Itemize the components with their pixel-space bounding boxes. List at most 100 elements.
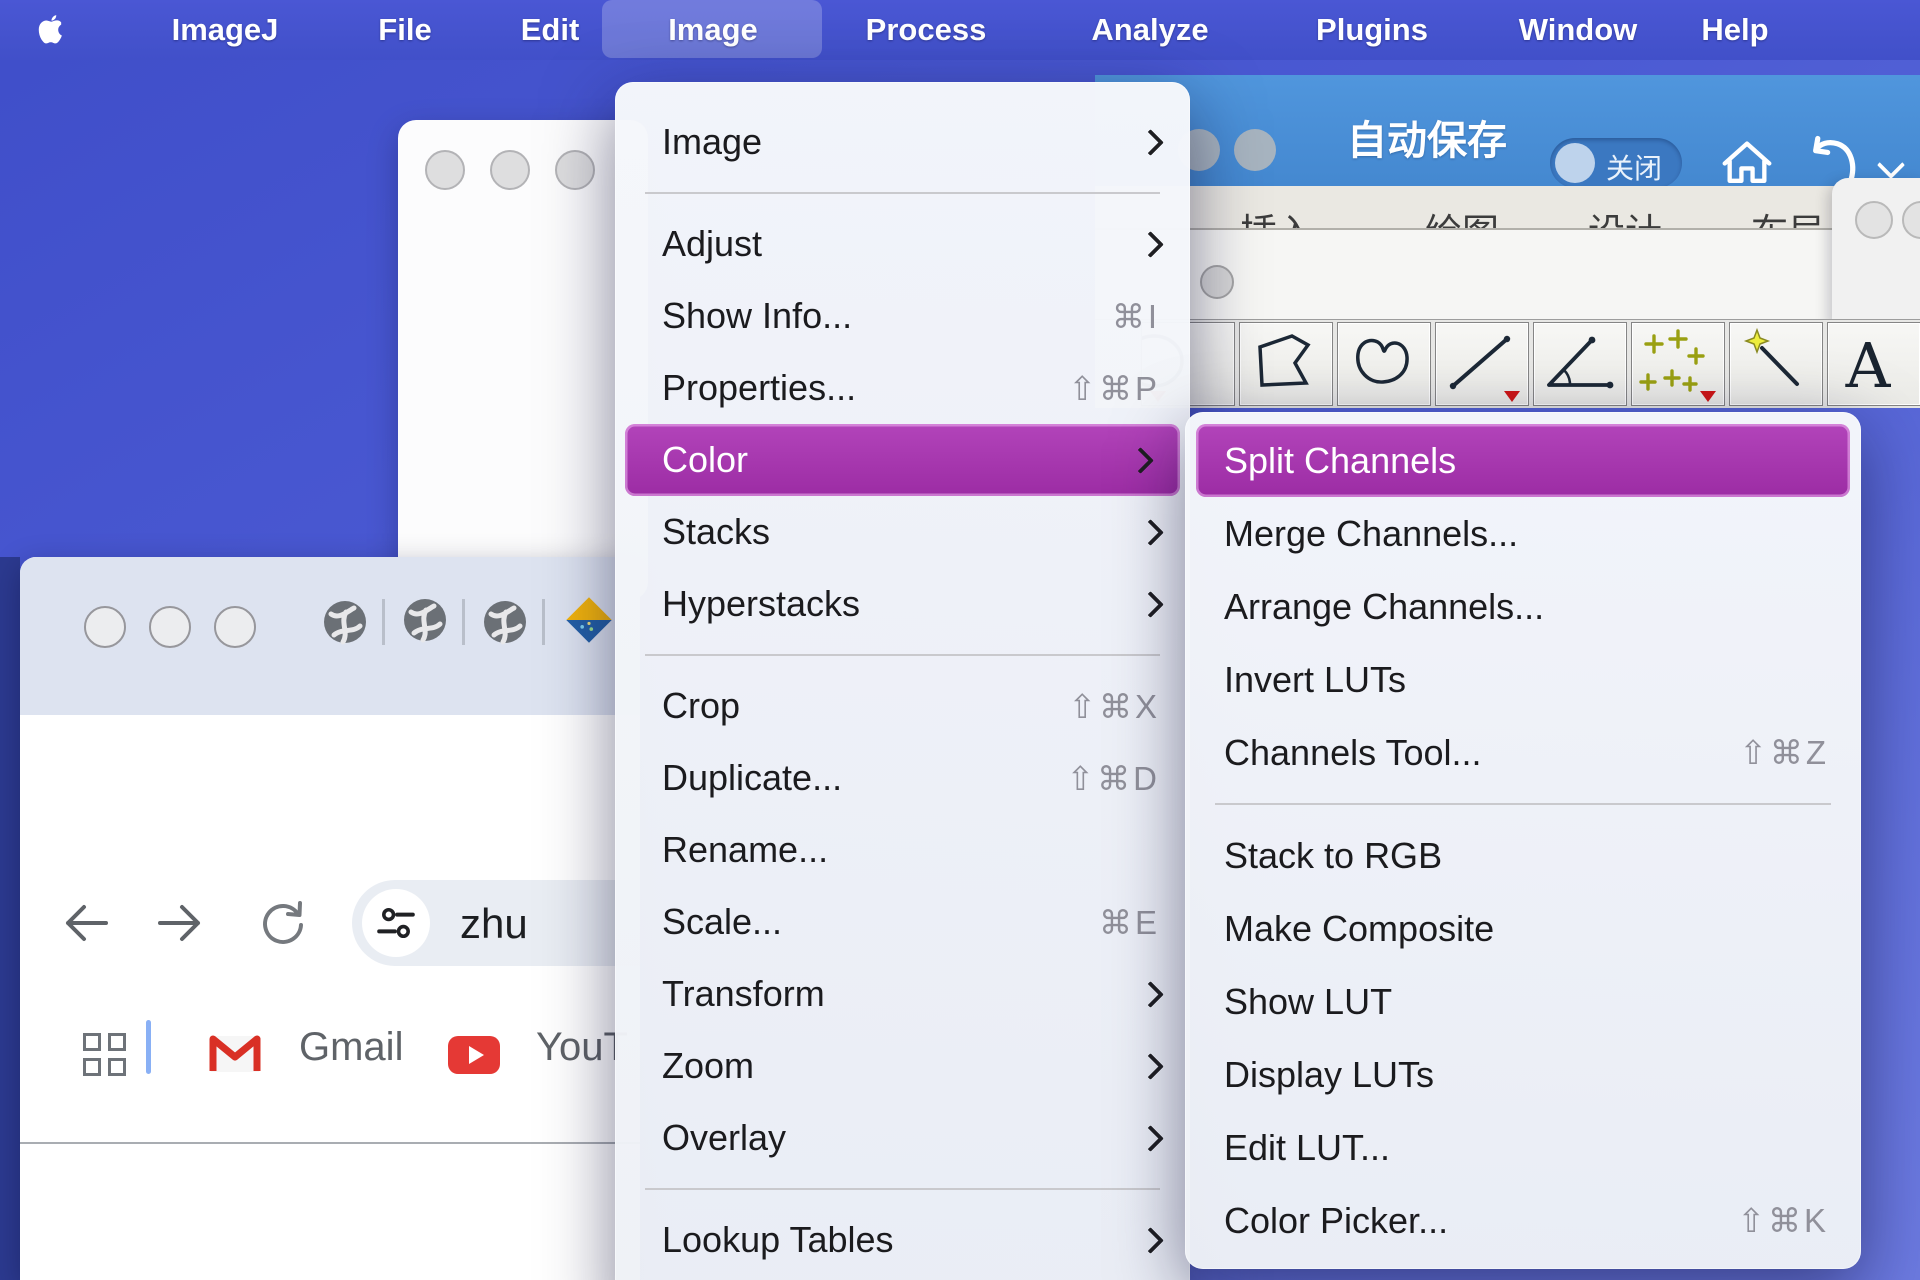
menu-item-rename[interactable]: Rename...	[615, 814, 1190, 886]
menu-item-overlay[interactable]: Overlay	[615, 1102, 1190, 1174]
menubar-item-window[interactable]: Window	[1519, 0, 1638, 60]
menubar-item-process[interactable]: Process	[866, 0, 987, 60]
menu-item-display-luts[interactable]: Display LUTs	[1185, 1038, 1861, 1111]
menu-item-merge-channels[interactable]: Merge Channels...	[1185, 497, 1861, 570]
menu-item-channels-tool[interactable]: Channels Tool...⇧⌘Z	[1185, 716, 1861, 789]
menu-divider	[615, 640, 1190, 670]
window-button[interactable]	[1855, 201, 1893, 239]
wps-tab-2[interactable]: 绘图	[1425, 202, 1499, 230]
separator	[382, 599, 385, 645]
youtube-icon[interactable]	[448, 1036, 500, 1074]
menubar-item-plugins[interactable]: Plugins	[1316, 0, 1428, 60]
submenu-arrow-icon	[1137, 1227, 1164, 1254]
menu-item-shortcut: ⇧⌘Z	[1739, 733, 1829, 772]
forward-icon[interactable]	[154, 899, 206, 947]
minimize-window-button[interactable]	[149, 606, 191, 648]
submenu-arrow-icon	[1137, 1125, 1164, 1152]
menu-item-arrange-channels[interactable]: Arrange Channels...	[1185, 570, 1861, 643]
menu-item-zoom[interactable]: Zoom	[615, 1030, 1190, 1102]
window-button[interactable]	[1902, 201, 1920, 239]
menu-item-label: Color Picker...	[1224, 1200, 1448, 1242]
back-icon[interactable]	[60, 899, 112, 947]
text-tool-button[interactable]: A	[1827, 322, 1920, 406]
content-divider	[20, 1142, 640, 1144]
menu-item-color[interactable]: Color	[625, 424, 1180, 496]
line-tool-button[interactable]	[1435, 322, 1529, 406]
menu-item-invert-luts[interactable]: Invert LUTs	[1185, 643, 1861, 716]
extension-icon[interactable]	[482, 599, 528, 645]
freehand-icon	[1358, 340, 1407, 382]
menu-item-transform[interactable]: Transform	[615, 958, 1190, 1030]
menu-item-stacks[interactable]: Stacks	[615, 496, 1190, 568]
submenu-arrow-icon	[1137, 129, 1164, 156]
wps-tab-3[interactable]: 设计	[1588, 202, 1662, 230]
menu-item-duplicate[interactable]: Duplicate...⇧⌘D	[615, 742, 1190, 814]
menu-item-label: Image	[662, 121, 762, 163]
submenu-arrow-icon	[1137, 1053, 1164, 1080]
autosave-label: 自动保存	[1347, 108, 1507, 166]
polygon-tool-button[interactable]	[1239, 322, 1333, 406]
extension-icon[interactable]	[322, 599, 368, 645]
favicon-diamond[interactable]	[564, 595, 614, 645]
menu-item-hyperstacks[interactable]: Hyperstacks	[615, 568, 1190, 640]
wps-tab-1[interactable]: 插入	[1240, 202, 1314, 230]
extension-icon[interactable]	[402, 597, 448, 643]
menubar-item-image[interactable]: Image	[668, 0, 758, 60]
browser-window: zhu Gmail YouT	[20, 557, 640, 1280]
menu-item-label: Overlay	[662, 1117, 786, 1159]
window-button[interactable]	[1200, 265, 1234, 299]
menu-item-shortcut: ⇧⌘X	[1068, 687, 1160, 726]
desktop: 自动保存 关闭 插入 绘图 设计 布局	[0, 0, 1920, 1280]
menu-item-label: Show LUT	[1224, 981, 1392, 1023]
apps-grid-icon[interactable]	[83, 1033, 127, 1077]
menu-item-shortcut: ⇧⌘P	[1068, 369, 1160, 408]
menu-item-properties[interactable]: Properties...⇧⌘P	[615, 352, 1190, 424]
close-window-button[interactable]	[84, 606, 126, 648]
menu-item-stack-to-rgb[interactable]: Stack to RGB	[1185, 819, 1861, 892]
menubar-item-imagej[interactable]: ImageJ	[172, 0, 279, 60]
menubar-item-file[interactable]: File	[378, 0, 431, 60]
angle-tool-button[interactable]	[1533, 322, 1627, 406]
menu-item-show-info[interactable]: Show Info...⌘I	[615, 280, 1190, 352]
gmail-icon[interactable]	[208, 1033, 262, 1075]
tune-icon[interactable]	[362, 889, 430, 957]
point-tool-button[interactable]	[1631, 322, 1725, 406]
bookmark-gmail[interactable]: Gmail	[299, 1025, 403, 1070]
freehand-tool-button[interactable]	[1337, 322, 1431, 406]
wps-tab-4[interactable]: 布局	[1751, 202, 1825, 230]
menu-item-adjust[interactable]: Adjust	[615, 208, 1190, 280]
toggle-knob	[1555, 143, 1595, 183]
home-icon[interactable]	[1722, 135, 1772, 187]
autosave-toggle[interactable]: 关闭	[1550, 138, 1682, 188]
submenu-arrow-icon	[1137, 519, 1164, 546]
menu-item-show-lut[interactable]: Show LUT	[1185, 965, 1861, 1038]
menu-item-color-picker[interactable]: Color Picker...⇧⌘K	[1185, 1184, 1861, 1257]
menu-item-label: Arrange Channels...	[1224, 586, 1544, 628]
reload-icon[interactable]	[258, 897, 308, 947]
menubar-item-help[interactable]: Help	[1701, 0, 1768, 60]
wand-tool-button[interactable]	[1729, 322, 1823, 406]
window-button[interactable]	[490, 150, 530, 190]
menu-item-scale[interactable]: Scale...⌘E	[615, 886, 1190, 958]
window-button[interactable]	[1234, 129, 1276, 171]
menu-item-lookup-tables[interactable]: Lookup Tables	[615, 1204, 1190, 1276]
menu-item-crop[interactable]: Crop ⇧⌘X	[615, 670, 1190, 742]
menu-item-image[interactable]: Image	[615, 106, 1190, 178]
menubar-item-analyze[interactable]: Analyze	[1091, 0, 1208, 60]
zoom-window-button[interactable]	[214, 606, 256, 648]
menubar-item-edit[interactable]: Edit	[521, 0, 580, 60]
separator	[462, 599, 465, 645]
menu-item-split-channels[interactable]: Split Channels	[1196, 424, 1850, 497]
window-button[interactable]	[555, 150, 595, 190]
window-button[interactable]	[425, 150, 465, 190]
wps-title-bar: 自动保存 关闭	[1095, 75, 1920, 190]
menu-item-edit-lut[interactable]: Edit LUT...	[1185, 1111, 1861, 1184]
apple-icon[interactable]	[38, 14, 64, 46]
menu-item-make-composite[interactable]: Make Composite	[1185, 892, 1861, 965]
address-bar[interactable]: zhu	[352, 880, 640, 966]
address-text[interactable]: zhu	[460, 900, 528, 948]
chevron-down-icon[interactable]	[1877, 151, 1905, 179]
imagej-titlebar-band	[1095, 230, 1920, 319]
menu-item-label: Hyperstacks	[662, 583, 860, 625]
menu-item-label: Crop	[662, 685, 740, 727]
